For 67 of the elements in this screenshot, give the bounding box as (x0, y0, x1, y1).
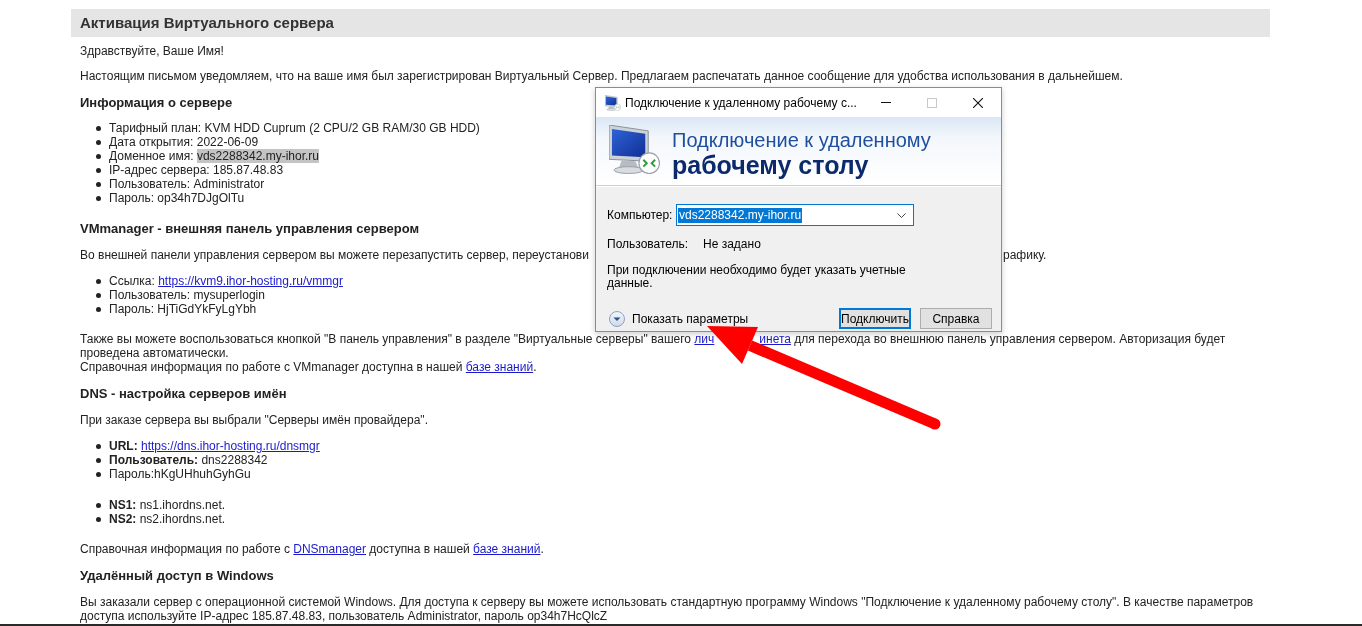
section-heading: VMmanager - внешняя панель управления сервером (80, 221, 420, 237)
link[interactable]: https://dns.ihor-hosting.ru/dnsmgr (141, 439, 320, 453)
list-item-text: Пользователь: Administrator (109, 177, 265, 191)
paragraph-text: Справочная информация по работе с VMmanager доступна в нашей базе знаний. (80, 360, 537, 374)
paragraph-text: Настоящим письмом уведомляем, что на ваше имя был зарегистрирован Виртуальный Сервер. Предлагаем распечатать данное сообщение для удобства использования в дальнейшем. (80, 69, 1123, 83)
section-heading: Информация о сервере (80, 95, 233, 111)
monitor-icon (605, 94, 621, 111)
paragraph-text: Вы заказали сервер с операционной системой Windows. Для доступа к серверу вы можете использовать стандартную программу Windows "Подключение к удаленному рабочему столу". В качестве параметров доступа используйте IP-адрес 185.87.48.83, пользователь Administrator, пароль op34h7HcQlcZ (80, 595, 1254, 623)
minimize-icon (881, 102, 891, 103)
window-title: Подключение к удаленному рабочему с... (625, 95, 857, 110)
selected-text: vds2288342.my-ihor.ru (196, 149, 319, 163)
list-item-text: Пароль: op34h7DJgOlTu (109, 191, 245, 205)
bullet-icon (96, 181, 101, 187)
dialog-button[interactable]: Подключить (839, 308, 911, 329)
paragraph-text: Справочная информация по работе с DNSmanager доступна в нашей базе знаний. (80, 542, 544, 556)
link[interactable]: DNSmanager (293, 542, 366, 556)
field-label: Пользователь: (607, 237, 690, 251)
link[interactable]: инета (759, 332, 791, 346)
paragraph-text: инета для перехода во внешнюю панель управления сервером. Авторизация будет (759, 332, 1226, 346)
banner-heading: рабочему столу (672, 152, 869, 178)
dialog-note: При подключении необходимо будет указать учетные данные. (607, 264, 907, 290)
bullet-icon (96, 471, 101, 477)
monitor-icon (609, 125, 660, 174)
page-title: Активация Виртуального сервера (71, 9, 1270, 37)
list-item-text: IP-адрес сервера: 185.87.48.83 (109, 163, 284, 177)
banner-heading: Подключение к удаленному (672, 128, 931, 152)
link[interactable]: лич (694, 332, 715, 346)
bullet-icon (96, 139, 101, 145)
section-heading: Удалённый доступ в Windows (80, 568, 274, 584)
list-item-text: NS2: ns2.ihordns.net. (109, 512, 226, 526)
paragraph-text: Также вы можете воспользоваться кнопкой "В панель управления" в разделе "Виртуальные серверы" вашего лич (80, 332, 715, 346)
bullet-icon (96, 457, 101, 463)
bullet-icon (96, 195, 101, 201)
paragraph-text: Здравствуйте, Ваше Имя! (80, 44, 224, 58)
bullet-icon (96, 502, 101, 508)
list-item-text: Пользователь: mysuperlogin (109, 288, 265, 302)
bullet-icon (96, 125, 101, 131)
paragraph-text: рафику. (1003, 248, 1047, 262)
show-options-toggle[interactable]: Показать параметры (609, 310, 749, 327)
bullet-icon (96, 167, 101, 173)
section-heading: DNS - настройка серверов имён (80, 386, 287, 402)
list-item-text: Доменное имя: vds2288342.my-ihor.ru (109, 149, 319, 163)
list-item-text: Тарифный план: KVM HDD Cuprum (2 CPU/2 GB RAM/30 GB HDD) (109, 121, 480, 135)
bullet-icon (96, 516, 101, 522)
field-label: Компьютер: (607, 208, 674, 222)
paragraph-text: При заказе сервера вы выбрали "Серверы имён провайдера". (80, 413, 428, 427)
close-icon (973, 97, 983, 108)
list-item-text: Дата открытия: 2022-06-09 (109, 135, 259, 149)
bullet-icon (96, 153, 101, 159)
bullet-icon (96, 278, 101, 284)
list-item-text: URL: https://dns.ihor-hosting.ru/dnsmgr (109, 439, 320, 453)
paragraph-text: Во внешней панели управления сервером вы можете перезапустить сервер, переустанови (80, 248, 589, 262)
link[interactable]: https://kvm9.ihor-hosting.ru/vmmgr (158, 274, 343, 288)
bullet-icon (96, 306, 101, 312)
maximize-icon (927, 97, 937, 108)
field-value: Не задано (703, 237, 761, 251)
list-item-text: NS1: ns1.ihordns.net. (109, 498, 226, 512)
list-item-text: Пароль: HjTiGdYkFyLgYbh (109, 302, 257, 316)
bullet-icon (96, 292, 101, 298)
computer-combobox[interactable]: vds2288342.my-ihor.ru (676, 204, 914, 226)
paragraph-text: проведена автоматически. (80, 346, 229, 360)
list-item-text: Ссылка: https://kvm9.ihor-hosting.ru/vmmgr (109, 274, 343, 288)
chevron-down-icon (897, 212, 906, 218)
dialog-button[interactable]: Справка (920, 308, 992, 329)
list-item-text: Пароль:hKgUHhuhGyhGu (109, 467, 251, 481)
bullet-icon (96, 443, 101, 449)
list-item-text: Пользователь: dns2288342 (109, 453, 268, 467)
